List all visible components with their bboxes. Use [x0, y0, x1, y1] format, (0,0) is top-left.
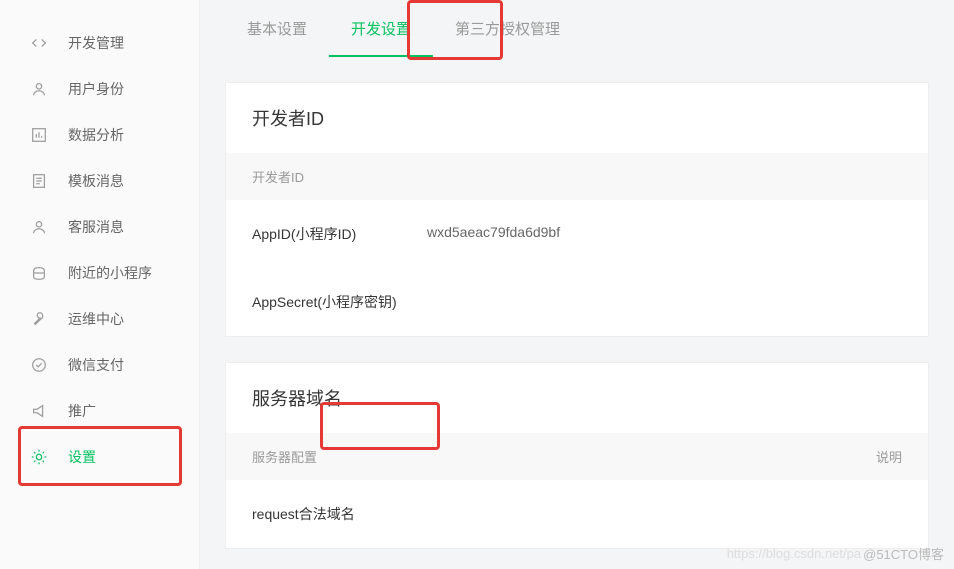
sidebar-item-label: 开发管理 — [68, 33, 124, 53]
sidebar-item-data-analysis[interactable]: 数据分析 — [0, 112, 199, 158]
panel-title: 服务器域名 — [226, 363, 928, 433]
tab-third-party-auth[interactable]: 第三方授权管理 — [433, 0, 582, 57]
appid-label: AppID(小程序ID) — [252, 224, 427, 244]
appid-value: wxd5aeac79fda6d9bf — [427, 224, 902, 244]
template-icon — [30, 172, 48, 190]
request-domain-label: request合法域名 — [252, 504, 427, 524]
sidebar-item-label: 附近的小程序 — [68, 263, 152, 283]
developer-id-panel: 开发者ID 开发者ID AppID(小程序ID) wxd5aeac79fda6d… — [225, 82, 929, 337]
user-icon — [30, 80, 48, 98]
watermark: https://blog.csdn.net/pa @51CTO博客 — [727, 544, 944, 563]
header-label: 开发者ID — [252, 167, 304, 186]
sidebar-item-label: 运维中心 — [68, 309, 124, 329]
appsecret-value — [427, 292, 902, 312]
watermark-text: @51CTO博客 — [863, 544, 944, 563]
sidebar-item-label: 微信支付 — [68, 355, 124, 375]
settings-icon — [30, 448, 48, 466]
request-domain-value — [427, 504, 902, 524]
header-config: 服务器配置 — [252, 447, 512, 466]
sidebar-item-template-msg[interactable]: 模板消息 — [0, 158, 199, 204]
sidebar-item-wechat-pay[interactable]: 微信支付 — [0, 342, 199, 388]
sidebar-item-label: 推广 — [68, 401, 96, 421]
code-icon — [30, 34, 48, 52]
sidebar-item-label: 模板消息 — [68, 171, 124, 191]
sidebar-item-label: 设置 — [68, 447, 96, 467]
tab-dev-settings[interactable]: 开发设置 — [329, 0, 433, 57]
promo-icon — [30, 402, 48, 420]
header-desc: 说明 — [512, 447, 902, 466]
sidebar-item-label: 用户身份 — [68, 79, 124, 99]
sidebar-item-customer-service[interactable]: 客服消息 — [0, 204, 199, 250]
appsecret-label: AppSecret(小程序密钥) — [252, 292, 427, 312]
table-row: AppID(小程序ID) wxd5aeac79fda6d9bf — [226, 200, 928, 268]
sidebar-item-dev-manage[interactable]: 开发管理 — [0, 20, 199, 66]
sidebar-item-label: 数据分析 — [68, 125, 124, 145]
chart-icon — [30, 126, 48, 144]
sidebar-item-settings[interactable]: 设置 — [0, 434, 199, 480]
sidebar-item-label: 客服消息 — [68, 217, 124, 237]
watermark-faded: https://blog.csdn.net/pa — [727, 546, 861, 561]
table-row: request合法域名 — [226, 480, 928, 548]
sidebar-item-ops[interactable]: 运维中心 — [0, 296, 199, 342]
main-content: 基本设置 开发设置 第三方授权管理 开发者ID 开发者ID AppID(小程序I… — [200, 0, 954, 569]
tab-basic-settings[interactable]: 基本设置 — [225, 0, 329, 57]
sidebar-item-nearby[interactable]: 附近的小程序 — [0, 250, 199, 296]
ops-icon — [30, 310, 48, 328]
sidebar-item-promotion[interactable]: 推广 — [0, 388, 199, 434]
table-header: 服务器配置 说明 — [226, 433, 928, 480]
tabs: 基本设置 开发设置 第三方授权管理 — [200, 0, 954, 57]
server-domain-panel: 服务器域名 服务器配置 说明 request合法域名 — [225, 362, 929, 549]
pay-icon — [30, 356, 48, 374]
sidebar: 开发管理 用户身份 数据分析 模板消息 客服消息 附近的小程序 运维中心 微信 — [0, 0, 200, 569]
table-header: 开发者ID — [226, 153, 928, 200]
nearby-icon — [30, 264, 48, 282]
panel-title: 开发者ID — [226, 83, 928, 153]
table-row: AppSecret(小程序密钥) — [226, 268, 928, 336]
sidebar-item-user-identity[interactable]: 用户身份 — [0, 66, 199, 112]
service-icon — [30, 218, 48, 236]
